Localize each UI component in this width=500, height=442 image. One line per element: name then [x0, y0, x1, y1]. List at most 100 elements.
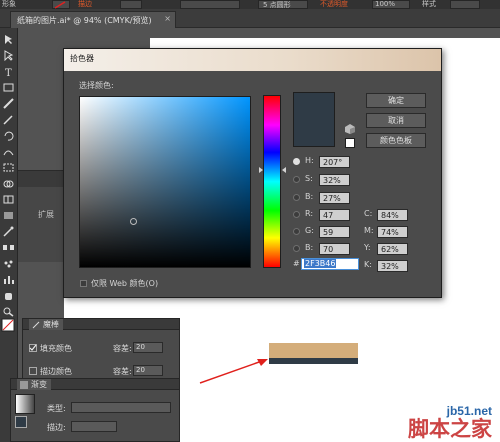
fill-color-checkbox[interactable]: [29, 344, 37, 352]
hex-label: #: [293, 259, 300, 268]
opacity-label[interactable]: 不透明度: [320, 0, 348, 9]
yellow-label: Y:: [364, 243, 371, 252]
cyan-field[interactable]: 84%: [377, 209, 408, 221]
red-label: R:: [305, 209, 314, 218]
opacity-value: 100%: [375, 0, 396, 8]
fill-stroke-icon: [1, 318, 15, 332]
graph-icon: [4, 276, 14, 284]
type-tool[interactable]: T: [2, 66, 15, 77]
width-tool[interactable]: [2, 146, 15, 157]
pencil-tool[interactable]: [2, 114, 15, 125]
hue-slider-right-handle[interactable]: [282, 167, 286, 173]
gradient-stroke-swatch[interactable]: [15, 416, 27, 428]
close-tab-icon[interactable]: ×: [164, 14, 171, 23]
new-color-preview: [293, 92, 335, 147]
saturation-label: S:: [305, 174, 313, 183]
style-dropdown[interactable]: [450, 0, 480, 9]
stroke-color-checkbox[interactable]: [29, 367, 37, 375]
magic-wand-panel-tabs: 魔棒: [23, 319, 179, 330]
svg-text:T: T: [5, 68, 12, 77]
rotate-icon: [4, 131, 14, 141]
gradient-icon: [4, 212, 13, 219]
brightness-label: B:: [305, 192, 314, 201]
saturation-brightness-field[interactable]: [79, 96, 251, 268]
rectangle-icon: [3, 83, 14, 92]
web-colors-checkbox[interactable]: [80, 280, 87, 287]
shape-builder-tool[interactable]: [2, 178, 15, 189]
blue-radio[interactable]: [293, 245, 300, 252]
red-radio[interactable]: [293, 211, 300, 218]
fill-tolerance-field[interactable]: 20: [133, 342, 163, 353]
brightness-field[interactable]: 27%: [319, 192, 350, 204]
gradient-stroke-options[interactable]: [71, 421, 117, 432]
expand-label[interactable]: 扩展: [38, 209, 54, 220]
rotate-tool[interactable]: [2, 130, 15, 141]
stroke-tolerance-label: 容差:: [113, 367, 132, 376]
hue-field[interactable]: 207°: [319, 156, 350, 168]
blend-icon: [3, 245, 14, 250]
document-tab[interactable]: 纸箱的图片.ai* @ 94% (CMYK/预览) ×: [10, 11, 176, 28]
graph-tool[interactable]: [2, 274, 15, 285]
brush-field[interactable]: 5 点圆形: [258, 0, 308, 9]
gradient-tool[interactable]: [2, 210, 15, 221]
green-radio[interactable]: [293, 228, 300, 235]
green-field[interactable]: 59: [319, 226, 350, 238]
saturation-field[interactable]: 32%: [319, 174, 350, 186]
hand-tool[interactable]: [2, 290, 15, 301]
mesh-tool[interactable]: [2, 194, 15, 205]
stroke-label[interactable]: 描边: [78, 0, 92, 9]
ok-button[interactable]: 确定: [366, 93, 426, 108]
out-of-gamut-cube-icon[interactable]: [345, 124, 355, 134]
magic-wand-tab[interactable]: 魔棒: [29, 319, 63, 330]
hue-slider[interactable]: [263, 95, 281, 268]
dialog-title-bar[interactable]: 拾色器: [64, 49, 441, 71]
tan-rectangle[interactable]: [269, 343, 358, 358]
watermark-name: 脚本之家: [408, 417, 492, 441]
magic-wand-tab-label: 魔棒: [43, 320, 59, 329]
checkmark-icon: [29, 344, 37, 351]
gradient-type-dropdown[interactable]: [71, 402, 171, 413]
color-swatches-button[interactable]: 颜色色板: [366, 133, 426, 148]
saturation-radio[interactable]: [293, 176, 300, 183]
free-transform-tool[interactable]: [2, 162, 15, 173]
direct-selection-tool[interactable]: [2, 50, 15, 61]
gradient-panel: 渐变 类型: 描边:: [10, 378, 180, 442]
opacity-field[interactable]: 100%: [372, 0, 410, 9]
stroke-tolerance-field[interactable]: 20: [133, 365, 163, 376]
blue-field[interactable]: 70: [319, 243, 350, 255]
yellow-field[interactable]: 62%: [377, 243, 408, 255]
web-colors-only-option[interactable]: 仅限 Web 颜色(O): [80, 278, 158, 289]
hex-value: 2F3B46: [304, 259, 337, 268]
rectangle-tool[interactable]: [2, 82, 15, 93]
symbol-sprayer-tool[interactable]: [2, 258, 15, 269]
gradient-panel-tabs: 渐变: [11, 379, 179, 390]
transform-icon: [3, 163, 14, 172]
red-field[interactable]: 47: [319, 209, 350, 221]
selection-tool[interactable]: [2, 34, 15, 45]
paintbrush-tool[interactable]: [2, 98, 15, 109]
magenta-field[interactable]: 74%: [377, 226, 408, 238]
gradient-swatch[interactable]: [15, 394, 35, 414]
stroke-swatch[interactable]: [52, 0, 70, 9]
cancel-button[interactable]: 取消: [366, 113, 426, 128]
black-label: K:: [364, 260, 372, 269]
brightness-radio[interactable]: [293, 194, 300, 201]
hue-row: H: 207°: [293, 156, 373, 168]
navy-rectangle[interactable]: [269, 358, 358, 364]
black-field[interactable]: 32%: [377, 260, 408, 272]
web-safe-swatch[interactable]: [345, 138, 355, 148]
pencil-icon: [3, 115, 13, 125]
eyedropper-tool[interactable]: [2, 226, 15, 237]
color-marker[interactable]: [130, 218, 137, 225]
fill-stroke-swatches[interactable]: [1, 318, 17, 334]
hue-radio[interactable]: [293, 158, 300, 165]
hex-field[interactable]: 2F3B46: [301, 258, 359, 270]
gradient-tab[interactable]: 渐变: [17, 379, 51, 390]
control-bar: 形象 描边 5 点圆形 不透明度 100% 样式: [0, 0, 500, 9]
web-colors-label: 仅限 Web 颜色(O): [91, 279, 159, 288]
blend-tool[interactable]: [2, 242, 15, 253]
variable-width-field[interactable]: [180, 0, 240, 9]
stroke-weight-field[interactable]: [120, 0, 142, 9]
yellow-row: Y: 62%: [364, 243, 424, 255]
zoom-tool[interactable]: [2, 306, 15, 317]
